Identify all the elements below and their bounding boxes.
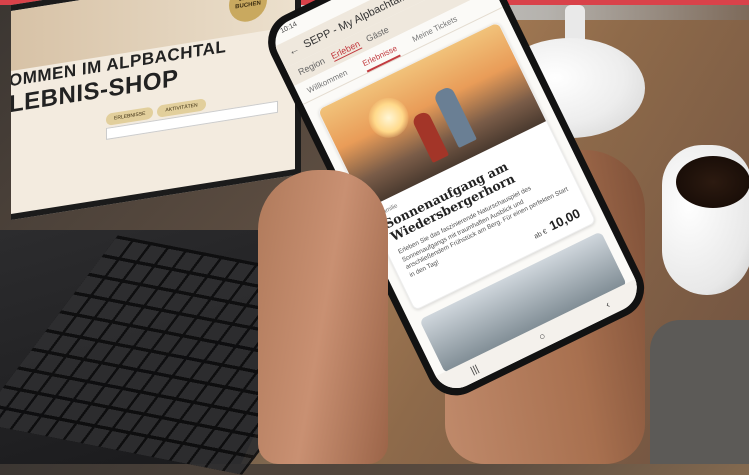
back-arrow-icon[interactable]: ←	[286, 43, 301, 59]
price-prefix: ab €	[533, 228, 549, 241]
recents-icon[interactable]: |||	[469, 363, 481, 376]
coffee-surface	[676, 156, 749, 208]
left-hand	[258, 170, 388, 464]
back-icon[interactable]: ‹	[604, 299, 612, 310]
book-now-badge[interactable]: JETZT BUCHEN	[229, 0, 267, 25]
sweater-sleeve	[650, 320, 749, 464]
laptop-screen: JETZT BUCHEN OMMEN IM ALPBACHTAL LEBNIS-…	[11, 0, 301, 220]
home-icon[interactable]: ○	[537, 330, 547, 343]
hiker-red	[410, 110, 450, 164]
sun-glow	[361, 91, 416, 145]
